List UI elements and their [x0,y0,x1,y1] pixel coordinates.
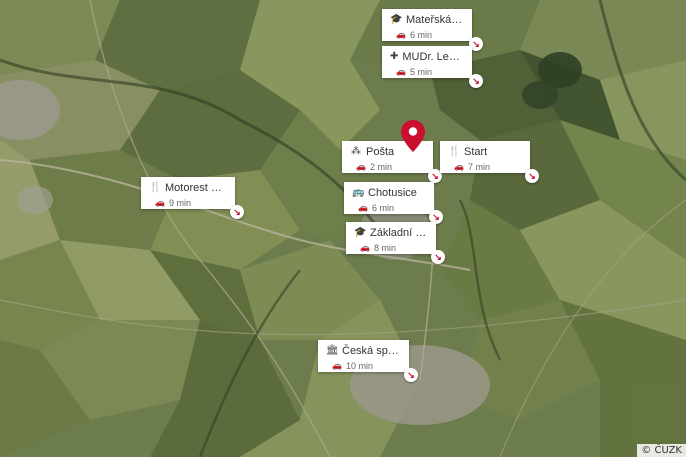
poi-drive-time: 7 min [468,162,491,172]
navigate-button[interactable]: ↘ [469,74,483,88]
poi-name: Motorest Vosrkáč [165,182,227,194]
poi-card-motorest[interactable]: 🍴Motorest Vosrkáč 🚗 9 min [141,177,235,209]
poi-name: Start [464,146,488,158]
poi-drive-time: 9 min [169,198,192,208]
poi-drive-time: 10 min [346,361,374,371]
school-icon: 🎓 [390,14,403,25]
car-icon: 🚗 [396,30,406,39]
poi-name: Mateřská škola Ž... [406,14,464,26]
aerial-imagery [0,0,686,457]
navigate-button[interactable]: ↘ [525,169,539,183]
arrow-icon: ↘ [472,38,480,49]
poi-drive-time: 5 min [410,67,433,77]
arrow-icon: ↘ [528,170,536,181]
arrow-icon: ↘ [431,170,439,181]
poi-drive-time: 2 min [370,162,393,172]
car-icon: 🚗 [396,67,406,76]
arrow-icon: ↘ [434,251,442,262]
arrow-icon: ↘ [233,206,241,217]
map-copyright: © ČUZK [637,444,686,457]
restaurant-icon: 🍴 [149,182,162,193]
satellite-map[interactable]: 🎓Mateřská škola Ž... 🚗6 min ↘ ✚MUDr. Leb… [0,0,686,457]
poi-name: MUDr. Lebedová ... [402,51,464,63]
navigate-button[interactable]: ↘ [230,205,244,219]
bank-icon: 🏛 [326,345,339,356]
poi-card-zakladni-skola[interactable]: 🎓Základní škola Ch... 🚗 8 min [346,222,436,254]
car-icon: 🚗 [358,203,368,212]
car-icon: 🚗 [332,361,342,370]
arrow-icon: ↘ [407,369,415,380]
arrow-icon: ↘ [432,211,440,222]
poi-name: Chotusice [368,187,417,199]
poi-name: Pošta [366,146,395,158]
poi-drive-time: 8 min [374,243,397,253]
navigate-button[interactable]: ↘ [431,250,445,264]
car-icon: 🚗 [454,162,464,171]
poi-card-ceska-sporitelna[interactable]: 🏛Česká spořitelna 🚗 10 min [318,340,409,372]
arrow-icon: ↘ [472,75,480,86]
location-pin-icon[interactable] [401,120,425,152]
medical-icon: ✚ [390,51,399,62]
car-icon: 🚗 [356,162,366,171]
poi-drive-time: 6 min [410,30,433,40]
poi-name: Česká spořitelna [342,345,401,357]
school-icon: 🎓 [354,227,367,238]
poi-card-materska-skola[interactable]: 🎓Mateřská škola Ž... 🚗 6 min [382,9,472,41]
bus-icon: 🚌 [352,187,365,198]
car-icon: 🚗 [155,198,165,207]
restaurant-icon: 🍴 [448,146,461,157]
navigate-button[interactable]: ↘ [404,368,418,382]
poi-card-chotusice[interactable]: 🚌 Chotusice 🚗 6 min [344,182,434,214]
poi-card-start[interactable]: 🍴 Start 🚗 7 min [440,141,530,173]
car-icon: 🚗 [360,243,370,252]
post-office-icon: ⁂ [351,146,361,157]
poi-name: Základní škola Ch... [370,227,428,239]
poi-card-mudr-lebedova[interactable]: ✚MUDr. Lebedová ... 🚗 5 min [382,46,472,78]
poi-drive-time: 6 min [372,203,395,213]
